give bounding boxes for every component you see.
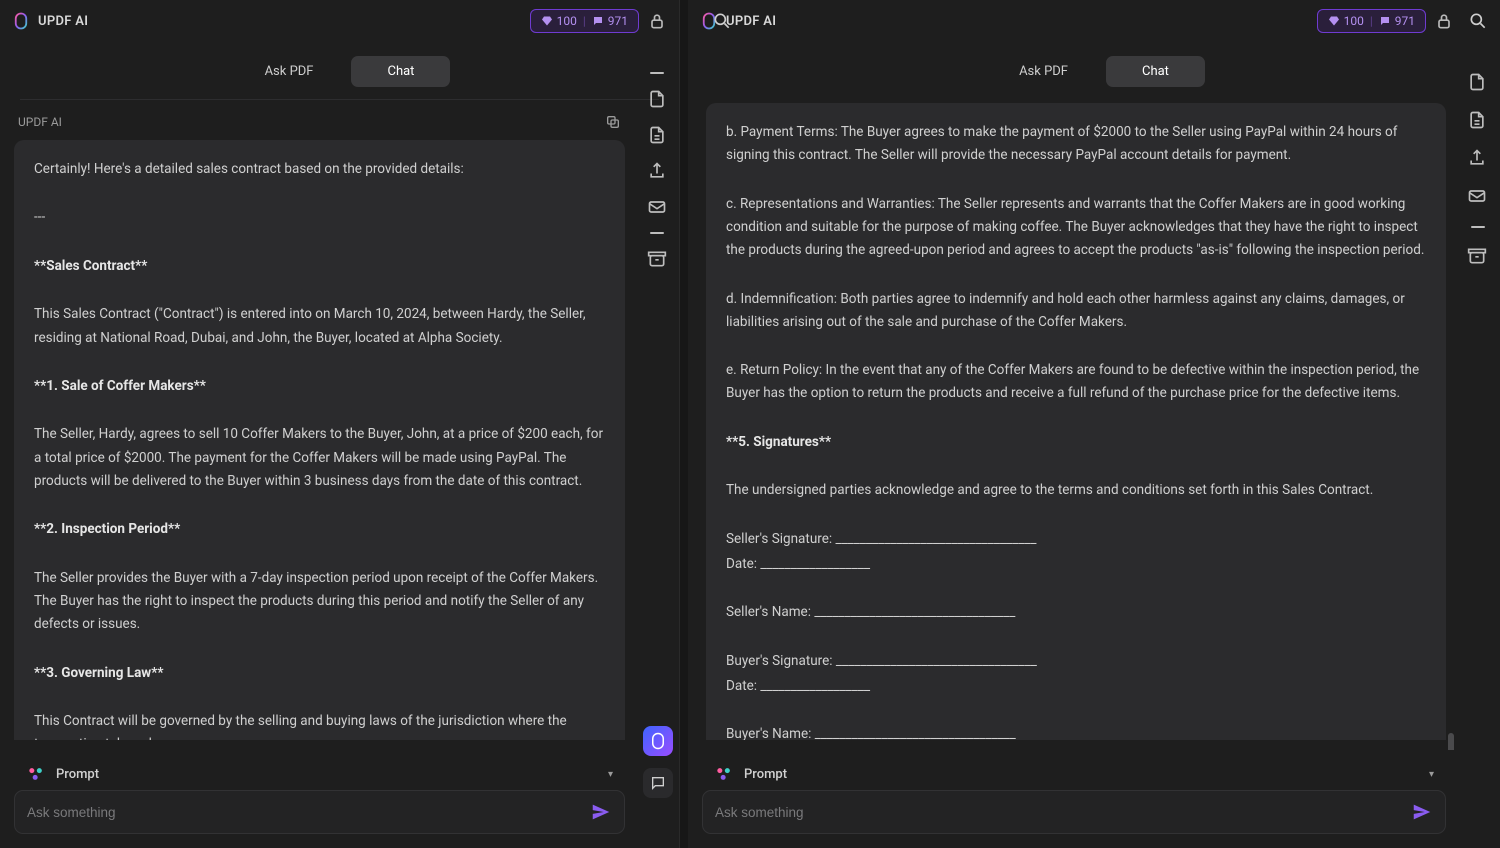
card-heading: **2. Inspection Period** (34, 521, 180, 537)
credit-pill[interactable]: 100 | 971 (530, 9, 639, 33)
card-text: The Seller, Hardy, agrees to sell 10 Cof… (34, 423, 605, 493)
pane-splitter[interactable] (680, 0, 688, 848)
prompt-label: Prompt (56, 767, 598, 782)
card-text: Buyer's Signature: _____________________… (726, 650, 1426, 673)
tab-ask-pdf[interactable]: Ask PDF (229, 56, 350, 87)
lock-icon[interactable] (647, 11, 667, 31)
response-card: b. Payment Terms: The Buyer agrees to ma… (706, 103, 1446, 740)
prompt-header[interactable]: Prompt ▾ (14, 756, 625, 790)
tab-bar: Ask PDF Chat (0, 42, 679, 93)
topbar: UPDF AI 100 | 971 (688, 0, 1500, 42)
collapse-handle[interactable] (650, 72, 664, 74)
tab-bar: Ask PDF Chat (688, 42, 1500, 93)
brand-label: UPDF AI (726, 14, 776, 29)
topbar: UPDF AI 100 | 971 (0, 0, 679, 42)
chevron-down-icon: ▾ (608, 769, 613, 780)
mail-icon[interactable] (646, 196, 668, 218)
comment-fab[interactable] (643, 768, 673, 798)
share-icon[interactable] (646, 160, 668, 182)
files-icon[interactable] (1467, 110, 1489, 132)
prompt-logo-icon (714, 764, 734, 784)
speech-icon (592, 15, 604, 27)
credit-coins: 100 (1344, 14, 1364, 28)
card-text: Seller's Name: _________________________… (726, 601, 1426, 624)
share-icon[interactable] (1467, 148, 1489, 170)
search-icon[interactable] (712, 11, 732, 31)
card-heading: **5. Signatures** (726, 434, 831, 450)
card-text: Date: __________________ (726, 553, 1426, 576)
lock-icon[interactable] (1434, 11, 1454, 31)
card-text: Seller's Signature: ____________________… (726, 528, 1426, 551)
card-text: This Sales Contract ("Contract") is ente… (34, 303, 605, 349)
card-text: e. Return Policy: In the event that any … (726, 359, 1426, 405)
card-text: Buyer's Name: __________________________… (726, 723, 1426, 740)
chat-input[interactable] (27, 805, 590, 820)
card-text: --- (34, 206, 605, 229)
credit-pill[interactable]: 100 | 971 (1317, 9, 1426, 33)
card-text: This Contract will be governed by the se… (34, 710, 605, 740)
response-source-label: UPDF AI (18, 115, 62, 129)
chat-input[interactable] (715, 805, 1411, 820)
archive-icon[interactable] (1467, 246, 1489, 268)
card-text: The Seller provides the Buyer with a 7-d… (34, 567, 605, 637)
card-text: Date: __________________ (726, 675, 1426, 698)
card-text: Certainly! Here's a detailed sales contr… (34, 158, 605, 181)
divider-handle (650, 232, 664, 234)
card-heading: **3. Governing Law** (34, 665, 163, 681)
credit-coins: 100 (557, 14, 577, 28)
archive-icon[interactable] (646, 248, 668, 270)
prompt-logo-icon (26, 764, 46, 784)
tab-ask-pdf[interactable]: Ask PDF (983, 56, 1104, 87)
brand-label: UPDF AI (38, 14, 88, 29)
app-logo-icon (12, 12, 30, 30)
pane-toolbar (635, 52, 679, 270)
divider-handle (1471, 226, 1485, 228)
card-text: c. Representations and Warranties: The S… (726, 193, 1426, 263)
tab-chat[interactable]: Chat (351, 56, 450, 87)
diamond-icon (1328, 15, 1340, 27)
diamond-icon (541, 15, 553, 27)
card-text: d. Indemnification: Both parties agree t… (726, 288, 1426, 334)
send-icon[interactable] (1411, 801, 1433, 823)
credit-tokens: 971 (1395, 14, 1415, 28)
credit-tokens: 971 (608, 14, 628, 28)
card-heading: **1. Sale of Coffer Makers** (34, 378, 206, 394)
ai-fab[interactable] (643, 726, 673, 756)
copy-icon[interactable] (605, 114, 621, 130)
chat-input-wrap (702, 790, 1446, 834)
right-edge-toolbar (1456, 44, 1500, 848)
scrollbar-thumb[interactable] (1448, 733, 1454, 750)
chat-input-wrap (14, 790, 625, 834)
response-card: Certainly! Here's a detailed sales contr… (14, 140, 625, 740)
mail-icon[interactable] (1467, 186, 1489, 208)
chevron-down-icon: ▾ (1429, 769, 1434, 780)
prompt-label: Prompt (744, 767, 1419, 782)
card-text: b. Payment Terms: The Buyer agrees to ma… (726, 121, 1426, 167)
file-icon[interactable] (1467, 72, 1489, 94)
file-icon[interactable] (646, 88, 668, 110)
search-icon[interactable] (1468, 11, 1488, 31)
tab-chat[interactable]: Chat (1106, 56, 1205, 87)
card-text: The undersigned parties acknowledge and … (726, 479, 1426, 502)
speech-icon (1379, 15, 1391, 27)
send-icon[interactable] (590, 801, 612, 823)
card-heading: **Sales Contract** (34, 258, 147, 274)
prompt-header[interactable]: Prompt ▾ (702, 756, 1446, 790)
files-icon[interactable] (646, 124, 668, 146)
